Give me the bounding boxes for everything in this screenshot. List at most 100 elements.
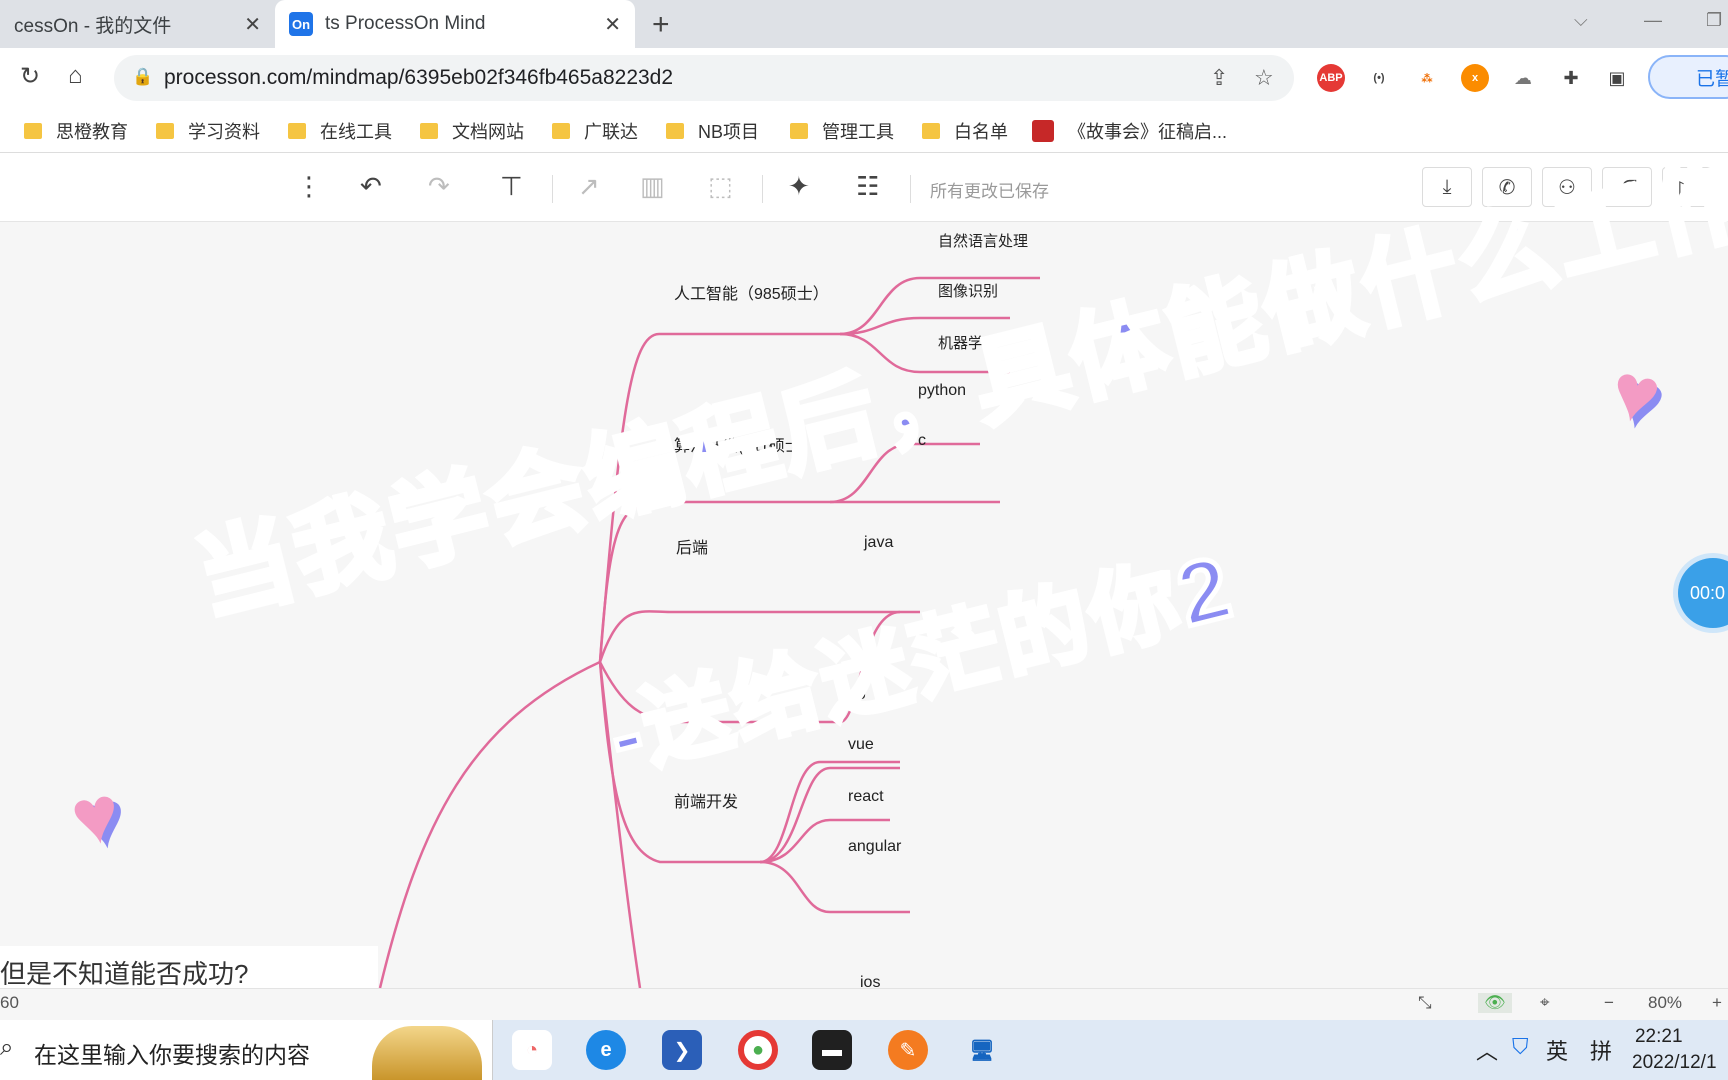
- close-icon[interactable]: ✕: [244, 12, 261, 37]
- adblock-extension-icon[interactable]: ABP: [1317, 64, 1345, 92]
- bookmark-item[interactable]: 白名单: [922, 118, 1008, 144]
- zoom-in-icon[interactable]: +: [1712, 993, 1722, 1013]
- share-icon[interactable]: ⋲: [1602, 167, 1652, 207]
- mindmap-node[interactable]: ios: [860, 974, 880, 988]
- mindmap-node[interactable]: java: [864, 534, 893, 552]
- mindmap-node[interactable]: react: [848, 788, 884, 806]
- mindmap-node[interactable]: 机器学习: [938, 332, 998, 353]
- tab-processon-mind[interactable]: On ts ProcessOn Mind ✕: [275, 0, 635, 48]
- reload-icon[interactable]: ↻: [20, 62, 40, 91]
- extensions-puzzle-icon[interactable]: ✚: [1557, 64, 1585, 92]
- clock-date: 2022/12/1: [1632, 1052, 1717, 1073]
- new-tab-icon[interactable]: +: [652, 8, 670, 42]
- mindmap-node[interactable]: 自然语言处理: [938, 230, 1028, 251]
- bookmark-item[interactable]: 思橙教育: [24, 118, 128, 144]
- chrome-icon[interactable]: ●: [738, 1030, 778, 1070]
- connector-icon[interactable]: ↗: [578, 171, 600, 202]
- toolbar-divider: [552, 175, 553, 203]
- cloud-extension-icon[interactable]: ☁: [1509, 64, 1537, 92]
- summary-icon[interactable]: ▥: [640, 171, 665, 202]
- mindmap-node[interactable]: 后端: [676, 534, 708, 558]
- magic-style-icon[interactable]: ✦: [788, 171, 810, 202]
- format-painter-icon[interactable]: ⊤: [500, 171, 523, 202]
- folder-icon: [420, 123, 438, 139]
- bookmarks-bar: 思橙教育 学习资料 在线工具 文档网站 广联达 NB项目 管理工具 白名单 《故…: [0, 110, 1728, 153]
- powershell-icon[interactable]: ❯: [662, 1030, 702, 1070]
- canvas-status-bar: 60 ⤡ 👁 ⌖ − 80% +: [0, 988, 1728, 1021]
- layout-icon[interactable]: ☷: [856, 171, 879, 202]
- tab-my-files[interactable]: cessOn - 我的文件 ✕: [0, 0, 275, 48]
- close-icon[interactable]: ✕: [604, 12, 621, 37]
- system-clock[interactable]: 22:21 2022/12/1: [1632, 1024, 1717, 1076]
- bookmark-item[interactable]: NB项目: [666, 118, 759, 144]
- side-panel-icon[interactable]: ▣: [1603, 64, 1631, 92]
- network-extension-icon[interactable]: ⁂: [1413, 64, 1441, 92]
- zoom-level[interactable]: 80%: [1648, 993, 1682, 1013]
- bookmark-item[interactable]: 广联达: [552, 118, 638, 144]
- terminal-icon[interactable]: ▬: [812, 1030, 852, 1070]
- share-icon[interactable]: ⇪: [1210, 65, 1228, 91]
- url-text[interactable]: processon.com/mindmap/6395eb02f346fb465a…: [164, 66, 673, 90]
- toolbar-divider: [762, 175, 763, 203]
- processon-favicon-icon: On: [289, 12, 313, 36]
- address-bar[interactable]: 🔒 processon.com/mindmap/6395eb02f346fb46…: [114, 55, 1294, 101]
- fit-screen-icon[interactable]: ⤡: [1418, 993, 1432, 1013]
- minimize-icon[interactable]: —: [1644, 10, 1662, 31]
- more-menu-icon[interactable]: ⋮: [296, 171, 322, 202]
- mindmap-connectors: [378, 276, 1040, 988]
- editor-toolbar: ⋮ ↶ ↷ ⊤ ↗ ▥ ⬚ ✦ ☷ 所有更改已保存 ⤓ ✆ ⚇ ⋲ ▷: [0, 153, 1728, 222]
- lock-icon[interactable]: 🔒: [132, 67, 153, 87]
- folder-icon: [288, 123, 306, 139]
- show-hidden-icons-icon[interactable]: ︿: [1476, 1034, 1498, 1066]
- bookmark-item[interactable]: 学习资料: [156, 118, 260, 144]
- mindmap-node[interactable]: go: [848, 686, 866, 704]
- mindmap-node[interactable]: c: [918, 432, 926, 450]
- undo-icon[interactable]: ↶: [360, 171, 382, 202]
- mindmap-node[interactable]: python: [918, 382, 966, 400]
- bookmark-item[interactable]: 《故事会》征稿启...: [1032, 118, 1227, 144]
- mindmap-node[interactable]: 图像识别: [938, 280, 998, 301]
- present-play-icon[interactable]: ▷: [1662, 167, 1712, 207]
- tab-bar: cessOn - 我的文件 ✕ On ts ProcessOn Mind ✕ +…: [0, 0, 1728, 48]
- zoom-out-icon[interactable]: −: [1604, 993, 1614, 1013]
- boundary-icon[interactable]: ⬚: [708, 171, 733, 202]
- orange-extension-icon[interactable]: x: [1461, 64, 1489, 92]
- bookmark-star-icon[interactable]: ☆: [1254, 65, 1274, 91]
- phone-icon[interactable]: ✆: [1482, 167, 1532, 207]
- profile-button[interactable]: 已暂: [1648, 55, 1728, 99]
- mindmap-node[interactable]: vue: [848, 736, 874, 754]
- home-icon[interactable]: ⌂: [68, 62, 83, 90]
- redo-icon[interactable]: ↷: [428, 171, 450, 202]
- mindmap-node[interactable]: 算法开发(211硕士): [674, 432, 806, 456]
- windows-taskbar: ⌕ 在这里输入你要搜索的内容 ◔ e ❯ ● ▬ ✎ 🖥 ︿ ⛉ 英 拼 22:…: [0, 1020, 1728, 1080]
- location-pin-icon[interactable]: ⌖: [1540, 993, 1550, 1013]
- profile-label: 已暂: [1696, 68, 1728, 90]
- folder-icon: [790, 123, 808, 139]
- root-node-text[interactable]: 但是不知道能否成功?: [0, 946, 378, 988]
- bookmark-item[interactable]: 管理工具: [790, 118, 894, 144]
- bookmark-item[interactable]: 在线工具: [288, 118, 392, 144]
- editor-app-icon[interactable]: ✎: [888, 1030, 928, 1070]
- collaborate-icon[interactable]: ⚇: [1542, 167, 1592, 207]
- app-browser-icon[interactable]: ◔: [512, 1030, 552, 1070]
- folder-icon: [666, 123, 684, 139]
- restore-icon[interactable]: ❐: [1706, 10, 1722, 31]
- mindmap-node[interactable]: 前端开发: [674, 788, 738, 812]
- edge-icon[interactable]: e: [586, 1030, 626, 1070]
- save-status: 所有更改已保存: [930, 182, 1049, 201]
- clock-time: 22:21: [1634, 1026, 1683, 1047]
- search-placeholder[interactable]: 在这里输入你要搜索的内容: [34, 1036, 310, 1070]
- taskbar-search[interactable]: ⌕ 在这里输入你要搜索的内容: [0, 1020, 493, 1080]
- mindmap-node[interactable]: angular: [848, 838, 901, 856]
- tab-search-chevron-icon[interactable]: ⌵: [1574, 10, 1588, 31]
- download-icon[interactable]: ⤓: [1422, 167, 1472, 207]
- mindmap-node[interactable]: 人工智能（985硕士）: [674, 280, 829, 304]
- mindmap-canvas[interactable]: 人工智能（985硕士） 自然语言处理 图像识别 机器学习 算法开发(211硕士)…: [0, 222, 1728, 988]
- security-shield-icon[interactable]: ⛉: [1512, 1034, 1529, 1060]
- ime-mode[interactable]: 拼: [1590, 1034, 1612, 1066]
- remote-desktop-icon[interactable]: 🖥: [962, 1030, 1002, 1070]
- bookmark-item[interactable]: 文档网站: [420, 118, 524, 144]
- ime-language[interactable]: 英: [1546, 1034, 1568, 1066]
- radio-extension-icon[interactable]: (•): [1365, 64, 1393, 92]
- eye-view-icon[interactable]: 👁: [1478, 993, 1512, 1013]
